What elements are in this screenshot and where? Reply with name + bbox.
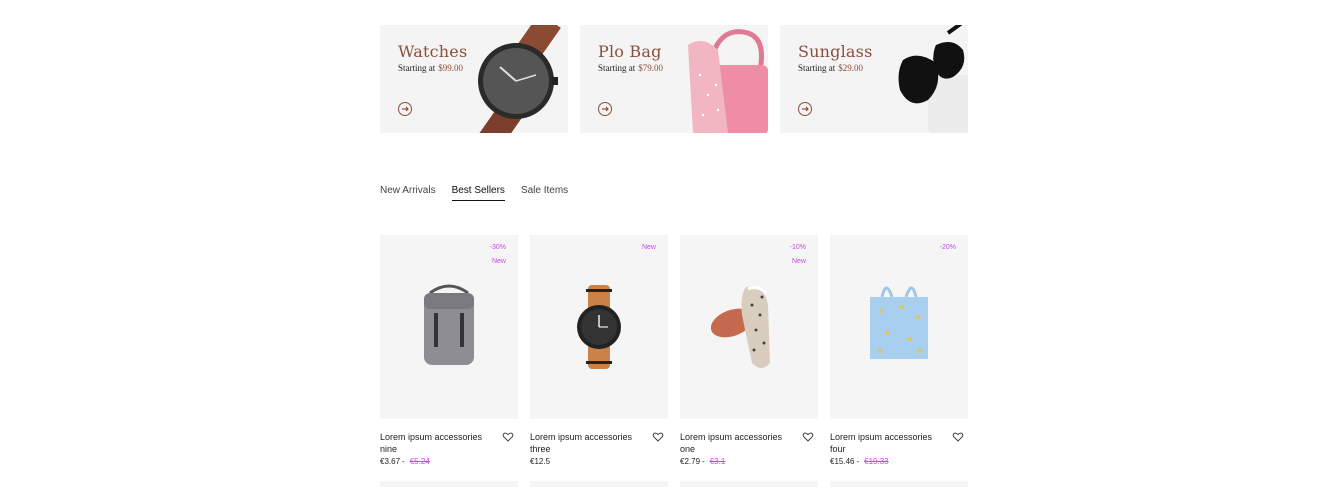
product-name[interactable]: Lorem ipsum accessories three (530, 431, 648, 455)
tab-best-sellers[interactable]: Best Sellers (451, 185, 505, 201)
product-card-placeholder (830, 481, 968, 487)
banner-price: $29.00 (838, 63, 863, 73)
arrow-right-icon[interactable] (398, 102, 412, 116)
badge-list: New (642, 241, 656, 255)
arrow-right-icon[interactable] (798, 102, 812, 116)
price-separator: - (402, 457, 405, 466)
banner-sunglass[interactable]: Sunglass Starting at $29.00 (780, 25, 968, 133)
product-card-placeholder (680, 481, 818, 487)
product-card[interactable]: New Lorem ipsum accessories three €12.5 (530, 235, 668, 466)
product-image-area[interactable]: New (530, 235, 668, 419)
bag-image (688, 29, 768, 133)
price-row: €3.67- €5.24 (380, 457, 518, 466)
price-separator: - (702, 457, 705, 466)
badge-list: -10% New (790, 241, 806, 269)
discount-badge: -10% (789, 244, 806, 251)
current-price: €2.79 (680, 457, 701, 466)
price-row: €12.5 (530, 457, 668, 466)
banner-subtitle: Starting at $99.00 (398, 63, 463, 73)
current-price: €12.5 (530, 457, 551, 466)
tab-new-arrivals[interactable]: New Arrivals (380, 185, 436, 201)
banner-subtitle: Starting at $29.00 (798, 63, 863, 73)
product-name[interactable]: Lorem ipsum accessories one (680, 431, 798, 455)
product-grid: -30% New Lorem ipsum accessories nine €3… (380, 235, 968, 466)
badge-list: -20% (940, 241, 956, 255)
old-price: €3.1 (709, 457, 726, 466)
price-separator: - (856, 457, 860, 466)
tab-sale-items[interactable]: Sale Items (521, 185, 568, 201)
banner-title: Plo Bag (598, 42, 662, 61)
product-card-placeholder (380, 481, 518, 487)
discount-badge: -20% (939, 244, 956, 251)
banner-subtitle: Starting at $79.00 (598, 63, 663, 73)
arrow-right-icon[interactable] (598, 102, 612, 116)
product-name[interactable]: Lorem ipsum accessories four (830, 431, 948, 455)
product-card[interactable]: -20% Lorem ipsum accessories four €15.46… (830, 235, 968, 466)
product-card-placeholder (530, 481, 668, 487)
product-image-area[interactable]: -20% (830, 235, 968, 419)
banner-price: $79.00 (638, 63, 663, 73)
tote-bag-image (870, 286, 928, 359)
category-banners: Watches Starting at $99.00 Plo Bag Starti… (380, 25, 968, 133)
heart-icon[interactable] (802, 431, 814, 443)
product-card[interactable]: -10% New Lorem ipsum accessories one €2.… (680, 235, 818, 466)
banner-title: Watches (398, 42, 468, 61)
old-price: €19.33 (864, 457, 889, 466)
current-price: €3.67 (380, 457, 401, 466)
starting-label: Starting at (798, 63, 836, 73)
product-name[interactable]: Lorem ipsum accessories nine (380, 431, 498, 455)
banner-watches[interactable]: Watches Starting at $99.00 (380, 25, 568, 133)
new-badge: New (791, 258, 806, 265)
product-card[interactable]: -30% New Lorem ipsum accessories nine €3… (380, 235, 518, 466)
banner-title: Sunglass (798, 42, 873, 61)
old-price: €5.24 (409, 457, 430, 466)
product-image-area[interactable]: -30% New (380, 235, 518, 419)
price-row: €15.46- €19.33 (830, 457, 968, 466)
badge-list: -30% New (490, 241, 506, 269)
discount-badge: -30% (489, 244, 506, 251)
heart-icon[interactable] (952, 431, 964, 443)
banner-bag[interactable]: Plo Bag Starting at $79.00 (580, 25, 768, 133)
starting-label: Starting at (398, 63, 436, 73)
heart-icon[interactable] (502, 431, 514, 443)
starting-label: Starting at (598, 63, 636, 73)
current-price: €15.46 (830, 457, 855, 466)
next-product-row (380, 481, 968, 487)
new-badge: New (491, 258, 506, 265)
product-tabs: New Arrivals Best Sellers Sale Items (380, 185, 568, 201)
heart-icon[interactable] (652, 431, 664, 443)
banner-price: $99.00 (438, 63, 463, 73)
product-image-area[interactable]: -10% New (680, 235, 818, 419)
price-row: €2.79- €3.1 (680, 457, 818, 466)
watch-image (577, 285, 621, 369)
new-badge: New (641, 244, 656, 251)
